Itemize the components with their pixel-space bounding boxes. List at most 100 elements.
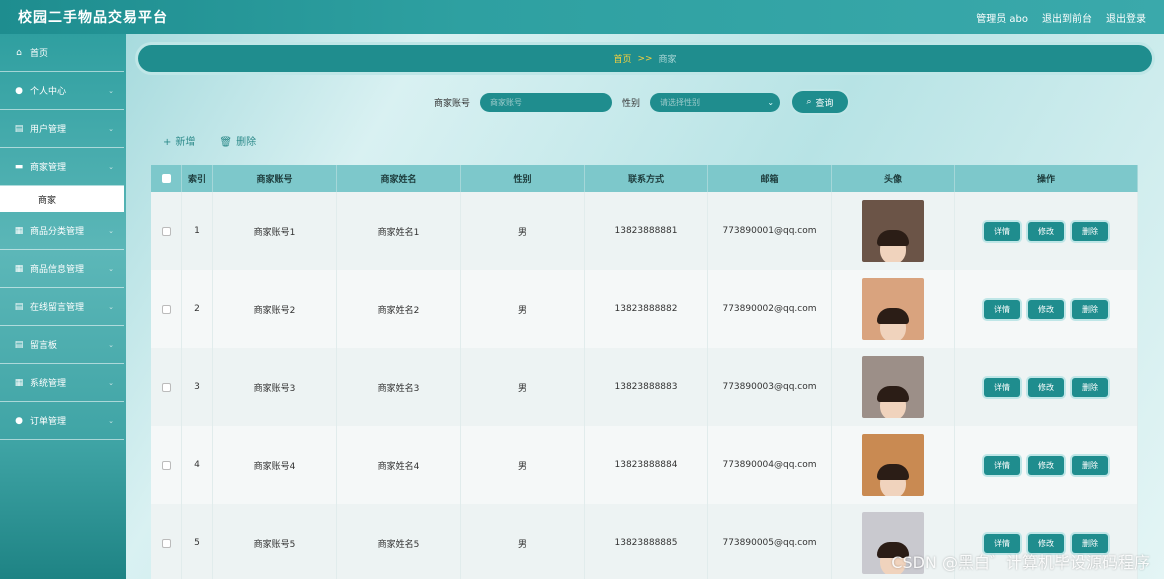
gender-select[interactable]: 请选择性别 ⌄ (650, 92, 781, 112)
sidebar-item-7[interactable]: ▤ 在线留言管理 ⌄ (0, 288, 124, 326)
avatar-face (877, 464, 909, 496)
column-header: 操作 (955, 165, 1138, 192)
exit-to-front-link[interactable]: 退出到前台 (1042, 10, 1092, 25)
row-checkbox[interactable] (161, 382, 171, 392)
chevron-down-icon: ⌄ (108, 226, 114, 235)
avatar-hair (877, 386, 909, 402)
sidebar-item-8[interactable]: ▤ 留言板 ⌄ (0, 326, 124, 364)
grid-icon: ▦ (14, 225, 24, 236)
cell-operations: 详情 修改 删除 (955, 192, 1138, 270)
sidebar-item-content: ▬ 商家管理 (14, 160, 66, 174)
cell-account: 商家账号5 (213, 504, 337, 579)
cell-gender: 男 (461, 504, 585, 579)
row-select-cell (151, 192, 182, 270)
cell-email: 773890004@qq.com (708, 426, 832, 504)
cell-email: 773890005@qq.com (708, 504, 832, 579)
sidebar-item-1[interactable]: ● 个人中心 ⌄ (0, 72, 124, 110)
column-header: 联系方式 (585, 165, 708, 192)
table-row[interactable]: 4 商家账号4 商家姓名4 男 13823888884 773890004@qq.com 详… (151, 426, 1138, 504)
row-select-cell (151, 270, 182, 348)
chevron-down-icon: ⌄ (108, 86, 114, 95)
query-button[interactable]: ⌕ 查询 (792, 91, 849, 113)
submenu-item-merchant[interactable]: 商家 (0, 186, 124, 212)
row-select-cell (151, 426, 182, 504)
cell-email: 773890003@qq.com (708, 348, 832, 426)
breadcrumb-home[interactable]: 首页 (613, 52, 631, 65)
delete-button[interactable]: 删除 (1072, 221, 1108, 241)
detail-button[interactable]: 详情 (984, 299, 1020, 319)
header-actions: 管理员 abo 退出到前台 退出登录 (976, 10, 1146, 25)
select-all-checkbox[interactable] (161, 174, 171, 183)
cell-gender: 男 (461, 192, 585, 270)
table-row[interactable]: 1 商家账号1 商家姓名1 男 13823888881 773890001@qq.com 详… (151, 192, 1138, 270)
batch-delete-button[interactable]: 🗑 删除 (219, 133, 256, 148)
breadcrumb-separator: >> (637, 53, 653, 64)
delete-button[interactable]: 删除 (1072, 455, 1108, 475)
detail-button[interactable]: 详情 (984, 377, 1020, 397)
sidebar-item-6[interactable]: ▦ 商品信息管理 ⌄ (0, 250, 124, 288)
user-icon: ● (15, 85, 23, 96)
edit-button[interactable]: 修改 (1028, 221, 1064, 241)
sidebar-item-3[interactable]: ▬ 商家管理 ⌄ (0, 148, 124, 186)
search-icon: ⌕ (806, 97, 812, 107)
sidebar-item-2[interactable]: ▤ 用户管理 ⌄ (0, 110, 124, 148)
row-checkbox[interactable] (161, 538, 171, 548)
sidebar-item-label: 订单管理 (30, 417, 67, 427)
sidebar-item-content: ▦ 商品信息管理 (14, 262, 85, 276)
sidebar-item-5[interactable]: ▦ 商品分类管理 ⌄ (0, 212, 124, 250)
cell-index: 5 (182, 504, 213, 579)
avatar-face (877, 308, 909, 340)
grid-icon: ▦ (14, 263, 24, 274)
row-checkbox[interactable] (161, 226, 171, 236)
cell-account: 商家账号1 (213, 192, 337, 270)
cell-name: 商家姓名2 (337, 270, 461, 348)
sidebar-item-label: 在线留言管理 (30, 303, 85, 313)
edit-button[interactable]: 修改 (1028, 377, 1064, 397)
cell-avatar (832, 348, 955, 426)
cell-operations: 详情 修改 删除 (955, 270, 1138, 348)
avatar (862, 434, 924, 496)
sidebar-item-content: ● 订单管理 (14, 414, 67, 428)
column-header: 商家账号 (213, 165, 337, 192)
table-row[interactable]: 2 商家账号2 商家姓名2 男 13823888882 773890002@qq.com 详… (151, 270, 1138, 348)
column-header: 性别 (461, 165, 585, 192)
sidebar-item-10[interactable]: ● 订单管理 ⌄ (0, 402, 124, 440)
detail-button[interactable]: 详情 (984, 455, 1020, 475)
sidebar-item-label: 用户管理 (30, 125, 67, 135)
cell-phone: 13823888884 (585, 426, 708, 504)
row-checkbox[interactable] (161, 304, 171, 314)
breadcrumb-current: 商家 (658, 55, 677, 65)
sidebar-item-9[interactable]: ▦ 系统管理 ⌄ (0, 364, 124, 402)
plus-icon: + (163, 137, 172, 148)
sidebar: ⌂ 首页 ● 个人中心 ⌄ ▤ 用户管理 ⌄ ▬ 商家管理 ⌄ 商家 ▦ 商品分类管理 ⌄ ▦ 商品信息管理 ⌄ ▤… (0, 34, 126, 579)
sidebar-item-label: 个人中心 (30, 87, 67, 97)
chevron-down-icon: ⌄ (108, 264, 114, 273)
watermark: CSDN @黑白゛计算机毕设源码程序 (891, 553, 1150, 572)
home-icon: ⌂ (16, 47, 22, 58)
avatar (862, 200, 924, 262)
sidebar-item-label: 商品信息管理 (30, 265, 85, 275)
select-all-cell (151, 165, 182, 192)
sidebar-item-label: 首页 (30, 49, 49, 59)
avatar-hair (877, 464, 909, 480)
cell-gender: 男 (461, 348, 585, 426)
column-header: 邮箱 (708, 165, 832, 192)
cell-phone: 13823888882 (585, 270, 708, 348)
table-row[interactable]: 3 商家账号3 商家姓名3 男 13823888883 773890003@qq.com 详… (151, 348, 1138, 426)
delete-button[interactable]: 删除 (1072, 377, 1108, 397)
submenu-item-label: 商家 (38, 195, 57, 206)
admin-user-label[interactable]: 管理员 abo (976, 10, 1028, 25)
edit-button[interactable]: 修改 (1028, 455, 1064, 475)
add-button-label: 新增 (175, 137, 196, 148)
add-button[interactable]: + 新增 (163, 133, 195, 148)
edit-button[interactable]: 修改 (1028, 299, 1064, 319)
delete-button[interactable]: 删除 (1072, 299, 1108, 319)
logout-link[interactable]: 退出登录 (1106, 10, 1146, 25)
gender-label: 性别 (622, 98, 641, 109)
account-search-input[interactable]: 商家账号 (480, 92, 613, 112)
sidebar-item-0[interactable]: ⌂ 首页 (0, 34, 124, 72)
row-checkbox[interactable] (161, 460, 171, 470)
detail-button[interactable]: 详情 (984, 221, 1020, 241)
column-header: 头像 (832, 165, 955, 192)
cell-avatar (832, 270, 955, 348)
